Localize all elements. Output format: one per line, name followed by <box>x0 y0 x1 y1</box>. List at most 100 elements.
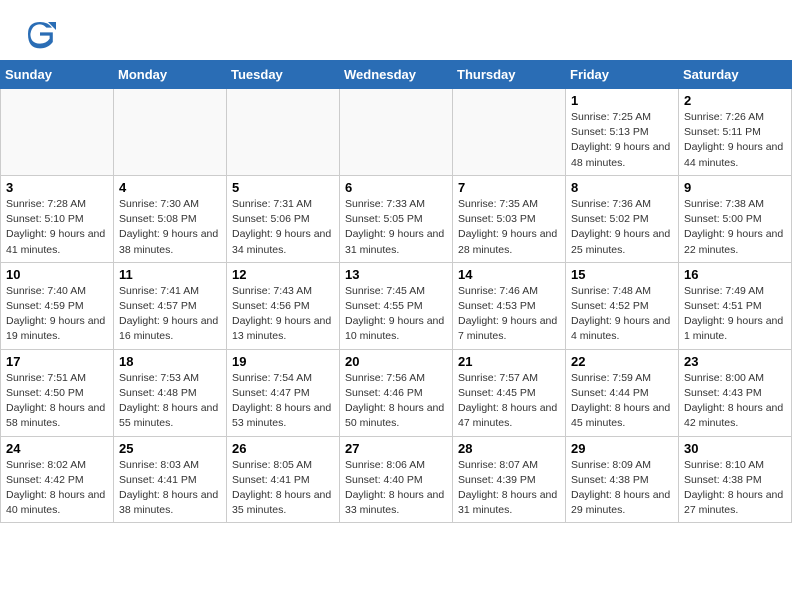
day-info: Sunrise: 7:38 AM Sunset: 5:00 PM Dayligh… <box>684 197 786 258</box>
calendar-week-row: 3 Sunrise: 7:28 AM Sunset: 5:10 PM Daylig… <box>1 175 792 262</box>
day-number: 12 <box>232 267 334 282</box>
calendar-day-cell: 7 Sunrise: 7:35 AM Sunset: 5:03 PM Daylig… <box>453 175 566 262</box>
day-info: Sunrise: 8:03 AM Sunset: 4:41 PM Dayligh… <box>119 458 221 519</box>
calendar-day-cell: 20Sunrise: 7:56 AM Sunset: 4:46 PM Dayli… <box>340 349 453 436</box>
day-number: 17 <box>6 354 108 369</box>
day-number: 7 <box>458 180 560 195</box>
day-number: 10 <box>6 267 108 282</box>
calendar-day-cell: 14 Sunrise: 7:46 AM Sunset: 4:53 PM Dayli… <box>453 262 566 349</box>
calendar-day-cell: 29Sunrise: 8:09 AM Sunset: 4:38 PM Dayli… <box>566 436 679 523</box>
calendar-day-header: Monday <box>114 61 227 89</box>
calendar-day-cell: 5 Sunrise: 7:31 AM Sunset: 5:06 PM Daylig… <box>227 175 340 262</box>
day-info: Sunrise: 7:26 AM Sunset: 5:11 PM Dayligh… <box>684 110 786 171</box>
calendar-table: SundayMondayTuesdayWednesdayThursdayFrid… <box>0 60 792 523</box>
day-info: Sunrise: 8:10 AM Sunset: 4:38 PM Dayligh… <box>684 458 786 519</box>
day-info: Sunrise: 8:07 AM Sunset: 4:39 PM Dayligh… <box>458 458 560 519</box>
day-number: 22 <box>571 354 673 369</box>
day-info: Sunrise: 7:54 AM Sunset: 4:47 PM Dayligh… <box>232 371 334 432</box>
page-header <box>0 0 792 60</box>
calendar-day-cell: 15 Sunrise: 7:48 AM Sunset: 4:52 PM Dayli… <box>566 262 679 349</box>
calendar-week-row: 24 Sunrise: 8:02 AM Sunset: 4:42 PM Dayli… <box>1 436 792 523</box>
calendar-week-row: 17 Sunrise: 7:51 AM Sunset: 4:50 PM Dayli… <box>1 349 792 436</box>
day-number: 30 <box>684 441 786 456</box>
day-number: 1 <box>571 93 673 108</box>
calendar-day-cell <box>114 89 227 176</box>
day-info: Sunrise: 7:49 AM Sunset: 4:51 PM Dayligh… <box>684 284 786 345</box>
day-info: Sunrise: 7:36 AM Sunset: 5:02 PM Dayligh… <box>571 197 673 258</box>
calendar-day-cell: 18 Sunrise: 7:53 AM Sunset: 4:48 PM Dayli… <box>114 349 227 436</box>
calendar-day-cell: 24 Sunrise: 8:02 AM Sunset: 4:42 PM Dayli… <box>1 436 114 523</box>
day-info: Sunrise: 7:31 AM Sunset: 5:06 PM Dayligh… <box>232 197 334 258</box>
day-info: Sunrise: 7:57 AM Sunset: 4:45 PM Dayligh… <box>458 371 560 432</box>
calendar-day-header: Wednesday <box>340 61 453 89</box>
calendar-day-cell: 9Sunrise: 7:38 AM Sunset: 5:00 PM Daylig… <box>679 175 792 262</box>
day-number: 29 <box>571 441 673 456</box>
day-info: Sunrise: 8:00 AM Sunset: 4:43 PM Dayligh… <box>684 371 786 432</box>
day-number: 19 <box>232 354 334 369</box>
day-number: 24 <box>6 441 108 456</box>
calendar-day-header: Thursday <box>453 61 566 89</box>
day-number: 21 <box>458 354 560 369</box>
day-info: Sunrise: 7:51 AM Sunset: 4:50 PM Dayligh… <box>6 371 108 432</box>
calendar-day-cell: 11 Sunrise: 7:41 AM Sunset: 4:57 PM Dayli… <box>114 262 227 349</box>
calendar-day-cell: 12 Sunrise: 7:43 AM Sunset: 4:56 PM Dayli… <box>227 262 340 349</box>
day-info: Sunrise: 7:30 AM Sunset: 5:08 PM Dayligh… <box>119 197 221 258</box>
calendar-day-cell: 13 Sunrise: 7:45 AM Sunset: 4:55 PM Dayli… <box>340 262 453 349</box>
calendar-header-row: SundayMondayTuesdayWednesdayThursdayFrid… <box>1 61 792 89</box>
calendar-day-cell: 28Sunrise: 8:07 AM Sunset: 4:39 PM Dayli… <box>453 436 566 523</box>
day-info: Sunrise: 7:41 AM Sunset: 4:57 PM Dayligh… <box>119 284 221 345</box>
calendar-day-cell <box>340 89 453 176</box>
day-number: 18 <box>119 354 221 369</box>
day-number: 6 <box>345 180 447 195</box>
day-number: 16 <box>684 267 786 282</box>
logo <box>24 18 60 50</box>
day-number: 8 <box>571 180 673 195</box>
calendar-body: 1 Sunrise: 7:25 AM Sunset: 5:13 PM Daylig… <box>1 89 792 523</box>
day-info: Sunrise: 7:48 AM Sunset: 4:52 PM Dayligh… <box>571 284 673 345</box>
day-info: Sunrise: 7:40 AM Sunset: 4:59 PM Dayligh… <box>6 284 108 345</box>
calendar-day-header: Tuesday <box>227 61 340 89</box>
day-info: Sunrise: 8:05 AM Sunset: 4:41 PM Dayligh… <box>232 458 334 519</box>
calendar-day-cell: 6 Sunrise: 7:33 AM Sunset: 5:05 PM Daylig… <box>340 175 453 262</box>
calendar-day-cell: 1 Sunrise: 7:25 AM Sunset: 5:13 PM Daylig… <box>566 89 679 176</box>
calendar-day-header: Sunday <box>1 61 114 89</box>
day-number: 11 <box>119 267 221 282</box>
calendar-week-row: 1 Sunrise: 7:25 AM Sunset: 5:13 PM Daylig… <box>1 89 792 176</box>
day-info: Sunrise: 7:46 AM Sunset: 4:53 PM Dayligh… <box>458 284 560 345</box>
calendar-day-cell: 8 Sunrise: 7:36 AM Sunset: 5:02 PM Daylig… <box>566 175 679 262</box>
day-number: 2 <box>684 93 786 108</box>
day-info: Sunrise: 7:53 AM Sunset: 4:48 PM Dayligh… <box>119 371 221 432</box>
day-number: 27 <box>345 441 447 456</box>
day-info: Sunrise: 8:06 AM Sunset: 4:40 PM Dayligh… <box>345 458 447 519</box>
day-number: 15 <box>571 267 673 282</box>
day-number: 4 <box>119 180 221 195</box>
calendar-day-cell: 17 Sunrise: 7:51 AM Sunset: 4:50 PM Dayli… <box>1 349 114 436</box>
calendar-day-cell: 26Sunrise: 8:05 AM Sunset: 4:41 PM Dayli… <box>227 436 340 523</box>
calendar-day-cell: 16 Sunrise: 7:49 AM Sunset: 4:51 PM Dayli… <box>679 262 792 349</box>
calendar-day-cell <box>227 89 340 176</box>
day-number: 14 <box>458 267 560 282</box>
calendar-day-cell: 4 Sunrise: 7:30 AM Sunset: 5:08 PM Daylig… <box>114 175 227 262</box>
day-info: Sunrise: 7:59 AM Sunset: 4:44 PM Dayligh… <box>571 371 673 432</box>
calendar-day-cell: 30 Sunrise: 8:10 AM Sunset: 4:38 PM Dayli… <box>679 436 792 523</box>
logo-icon <box>24 18 56 50</box>
calendar-day-cell: 19 Sunrise: 7:54 AM Sunset: 4:47 PM Dayli… <box>227 349 340 436</box>
day-number: 13 <box>345 267 447 282</box>
day-info: Sunrise: 7:25 AM Sunset: 5:13 PM Dayligh… <box>571 110 673 171</box>
day-number: 23 <box>684 354 786 369</box>
calendar-day-header: Saturday <box>679 61 792 89</box>
day-info: Sunrise: 8:02 AM Sunset: 4:42 PM Dayligh… <box>6 458 108 519</box>
day-number: 5 <box>232 180 334 195</box>
day-info: Sunrise: 7:43 AM Sunset: 4:56 PM Dayligh… <box>232 284 334 345</box>
calendar-day-cell: 2 Sunrise: 7:26 AM Sunset: 5:11 PM Daylig… <box>679 89 792 176</box>
day-number: 3 <box>6 180 108 195</box>
day-info: Sunrise: 7:28 AM Sunset: 5:10 PM Dayligh… <box>6 197 108 258</box>
day-info: Sunrise: 7:35 AM Sunset: 5:03 PM Dayligh… <box>458 197 560 258</box>
calendar-day-cell: 10 Sunrise: 7:40 AM Sunset: 4:59 PM Dayli… <box>1 262 114 349</box>
day-info: Sunrise: 7:45 AM Sunset: 4:55 PM Dayligh… <box>345 284 447 345</box>
calendar-day-cell: 23 Sunrise: 8:00 AM Sunset: 4:43 PM Dayli… <box>679 349 792 436</box>
day-number: 25 <box>119 441 221 456</box>
calendar-day-cell: 22 Sunrise: 7:59 AM Sunset: 4:44 PM Dayli… <box>566 349 679 436</box>
calendar-day-cell: 3 Sunrise: 7:28 AM Sunset: 5:10 PM Daylig… <box>1 175 114 262</box>
day-info: Sunrise: 7:33 AM Sunset: 5:05 PM Dayligh… <box>345 197 447 258</box>
